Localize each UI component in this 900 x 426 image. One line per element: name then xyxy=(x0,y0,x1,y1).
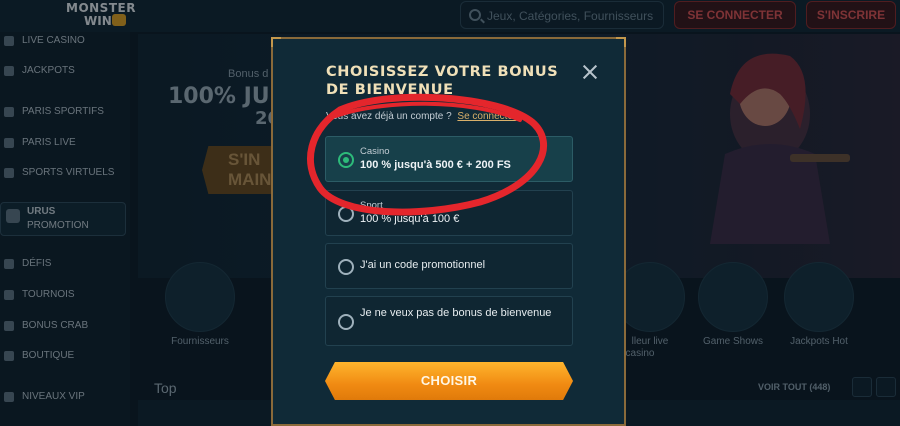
radio-no-bonus[interactable] xyxy=(338,314,354,330)
corner-ornament xyxy=(271,37,281,47)
bonus-option-no-bonus[interactable]: Je ne veux pas de bonus de bienvenue xyxy=(325,296,573,346)
option-label: Je ne veux pas de bonus de bienvenue xyxy=(360,307,552,319)
bonus-option-promo-code[interactable]: J'ai un code promotionnel xyxy=(325,243,573,289)
red-annotation-circle xyxy=(306,93,547,216)
close-icon[interactable] xyxy=(583,65,597,79)
radio-promo-code[interactable] xyxy=(338,259,354,275)
corner-ornament xyxy=(616,37,626,47)
choose-button[interactable]: CHOISIR xyxy=(325,362,573,400)
option-label: J'ai un code promotionnel xyxy=(360,259,486,271)
